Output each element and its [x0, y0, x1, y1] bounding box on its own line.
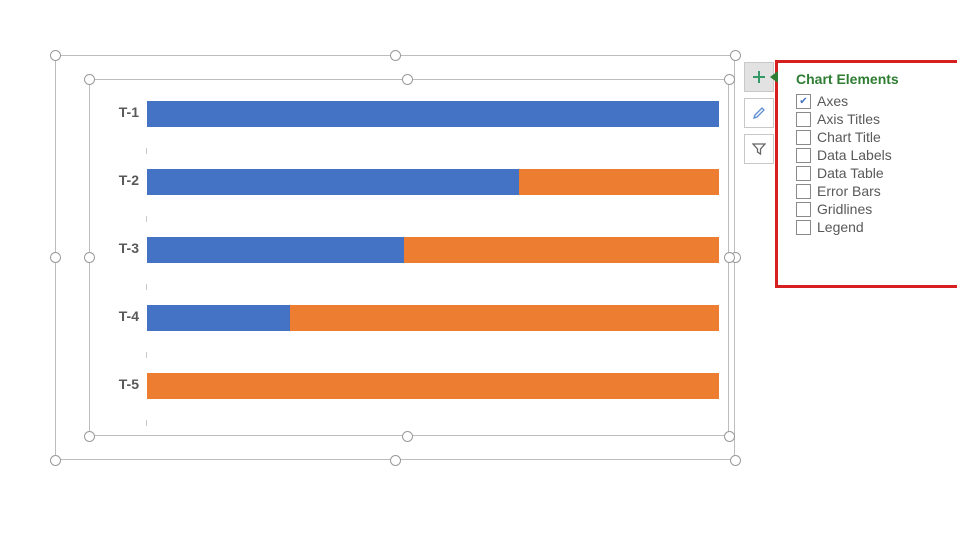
bar-segment-series1[interactable] — [147, 305, 290, 331]
category-label: T-5 — [91, 376, 139, 392]
bar-row[interactable] — [147, 237, 719, 263]
chart-filters-button[interactable] — [744, 134, 774, 164]
option-label: Gridlines — [817, 201, 872, 217]
selection-handle[interactable] — [730, 455, 741, 466]
selection-handle[interactable] — [390, 50, 401, 61]
chart-element-option[interactable]: Axes — [796, 93, 953, 109]
axis-tick — [146, 420, 147, 426]
chart-elements-callout: Chart Elements Axes Axis Titles Chart Titl… — [775, 60, 957, 288]
checkbox-icon[interactable] — [796, 130, 811, 145]
bar-row[interactable] — [147, 373, 719, 399]
plus-icon — [752, 70, 766, 84]
chart-element-option[interactable]: Error Bars — [796, 183, 953, 199]
axis-tick — [146, 284, 147, 290]
checkbox-checked-icon[interactable] — [796, 94, 811, 109]
option-label: Legend — [817, 219, 864, 235]
category-label: T-4 — [91, 308, 139, 324]
checkbox-icon[interactable] — [796, 220, 811, 235]
category-label: T-2 — [91, 172, 139, 188]
category-label: T-3 — [91, 240, 139, 256]
option-label: Chart Title — [817, 129, 881, 145]
axis-tick — [146, 216, 147, 222]
bar-segment-series1[interactable] — [147, 101, 719, 127]
bar-segment-series2[interactable] — [519, 169, 719, 195]
selection-handle[interactable] — [730, 50, 741, 61]
chart-element-option[interactable]: Axis Titles — [796, 111, 953, 127]
bar-segment-series2[interactable] — [147, 373, 719, 399]
chart-object[interactable]: T-1 T-2 T-3 T-4 T-5 — [55, 55, 735, 460]
checkbox-icon[interactable] — [796, 166, 811, 181]
bar-segment-series2[interactable] — [290, 305, 719, 331]
callout-title: Chart Elements — [796, 71, 951, 87]
option-label: Error Bars — [817, 183, 881, 199]
bar-row[interactable] — [147, 169, 719, 195]
selection-handle[interactable] — [50, 455, 61, 466]
brush-icon — [751, 105, 767, 121]
bar-segment-series1[interactable] — [147, 237, 404, 263]
checkbox-icon[interactable] — [796, 112, 811, 127]
checkbox-icon[interactable] — [796, 184, 811, 199]
callout-pointer — [770, 71, 778, 83]
selection-handle[interactable] — [50, 252, 61, 263]
funnel-icon — [752, 142, 766, 156]
chart-element-option[interactable]: Gridlines — [796, 201, 953, 217]
axis-tick — [146, 148, 147, 154]
selection-handle[interactable] — [390, 455, 401, 466]
bar-segment-series1[interactable] — [147, 169, 519, 195]
option-label: Axes — [817, 93, 848, 109]
chart-element-option[interactable]: Legend — [796, 219, 953, 235]
category-label: T-1 — [91, 104, 139, 120]
chart-element-option[interactable]: Data Labels — [796, 147, 953, 163]
checkbox-icon[interactable] — [796, 148, 811, 163]
option-label: Data Labels — [817, 147, 892, 163]
selection-handle[interactable] — [50, 50, 61, 61]
chart-styles-button[interactable] — [744, 98, 774, 128]
option-label: Axis Titles — [817, 111, 880, 127]
checkbox-icon[interactable] — [796, 202, 811, 217]
chart-element-option[interactable]: Chart Title — [796, 129, 953, 145]
axis-tick — [146, 352, 147, 358]
bar-row[interactable] — [147, 305, 719, 331]
plot-area[interactable]: T-1 T-2 T-3 T-4 T-5 — [91, 81, 727, 435]
bar-row[interactable] — [147, 101, 719, 127]
chart-element-option[interactable]: Data Table — [796, 165, 953, 181]
option-label: Data Table — [817, 165, 884, 181]
bar-segment-series2[interactable] — [404, 237, 719, 263]
